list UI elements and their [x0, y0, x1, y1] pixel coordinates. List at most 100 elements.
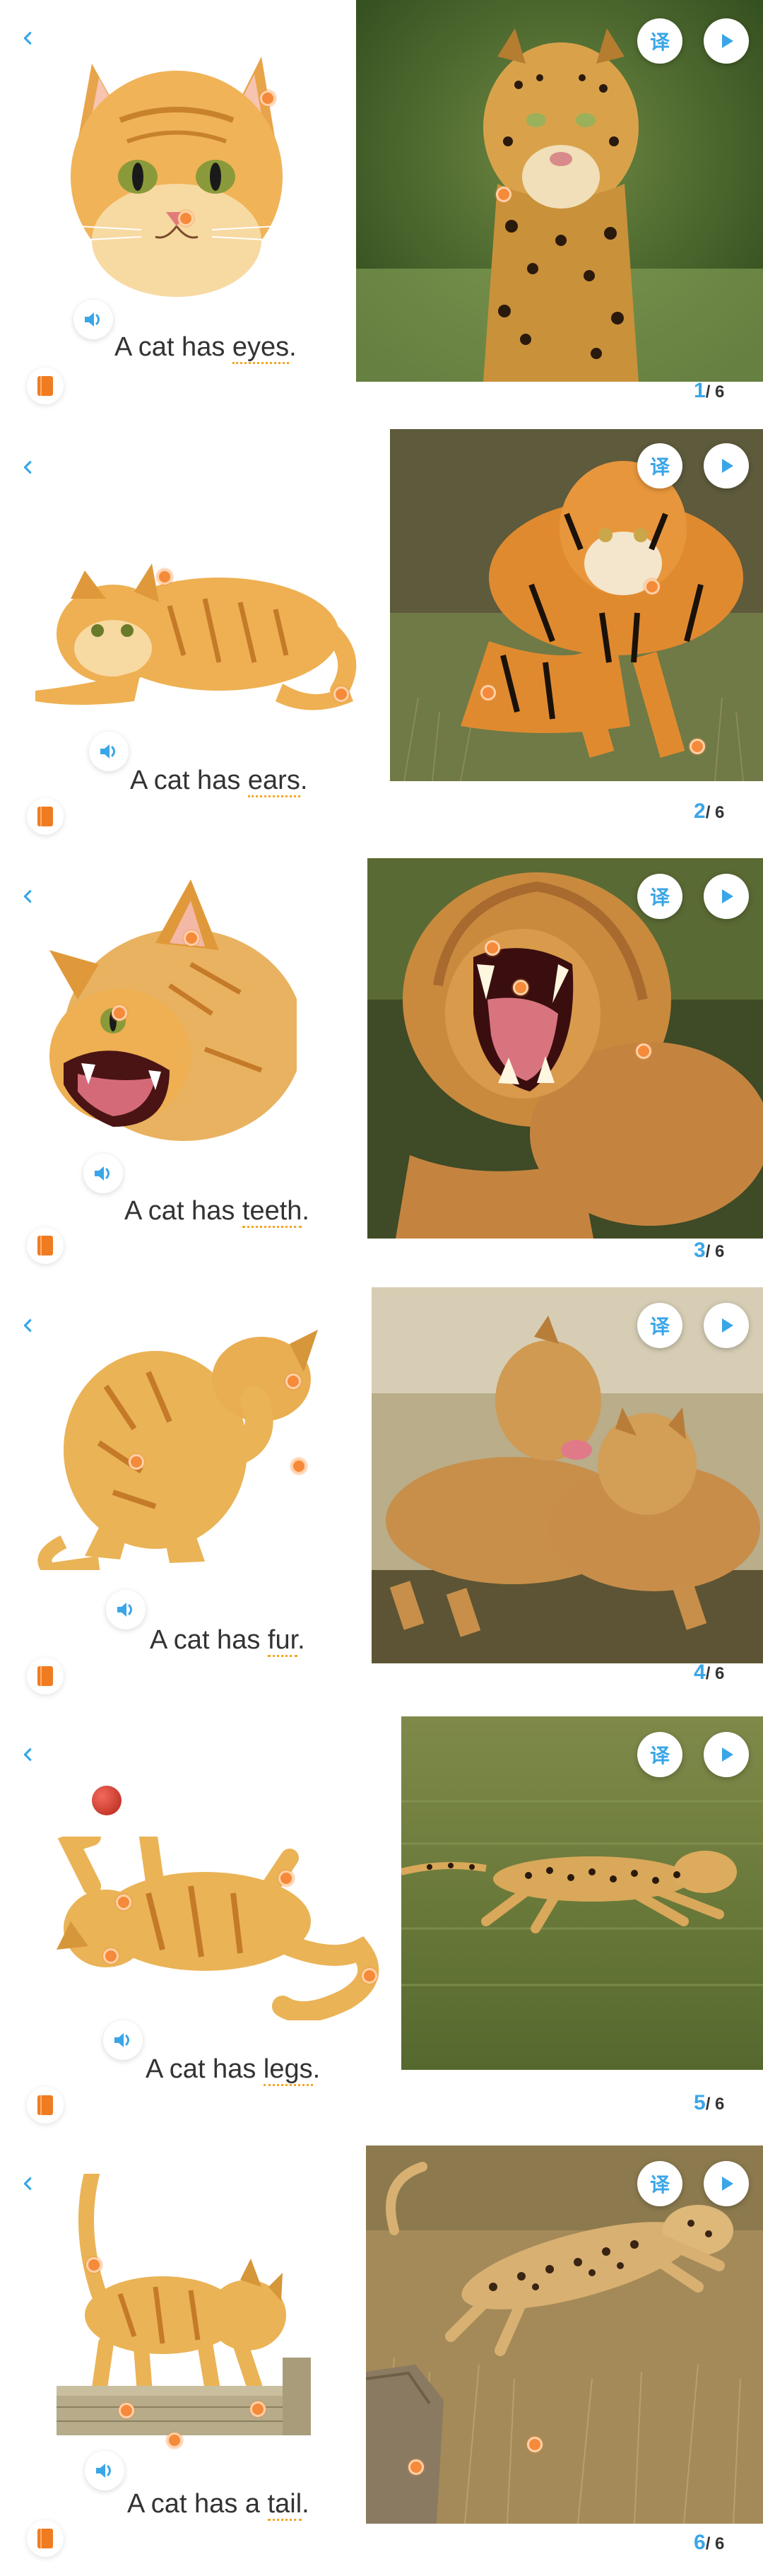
- page-6: A cat has a tail. 译 6/ 6: [0, 2145, 763, 2576]
- book-button[interactable]: [27, 1658, 64, 1694]
- speaker-button[interactable]: [103, 2020, 143, 2060]
- back-button[interactable]: [16, 2171, 41, 2196]
- hotspot-dot[interactable]: [278, 1870, 294, 1886]
- hotspot-dot[interactable]: [408, 2459, 424, 2475]
- play-icon: [722, 1747, 733, 1762]
- translate-button[interactable]: 译: [637, 1303, 682, 1348]
- grooming-cat-illustration: [37, 1330, 318, 1570]
- play-button[interactable]: [704, 874, 749, 919]
- translate-button[interactable]: 译: [637, 874, 682, 919]
- speaker-icon: [96, 2464, 111, 2478]
- play-button[interactable]: [704, 2161, 749, 2206]
- speaker-icon: [100, 744, 115, 759]
- hotspot-dot[interactable]: [362, 1968, 377, 1984]
- playing-cat-illustration: [57, 1837, 379, 2020]
- chevron-left-icon: [23, 461, 32, 474]
- translate-button[interactable]: 译: [637, 2161, 682, 2206]
- book-button[interactable]: [27, 1227, 64, 1264]
- play-icon: [722, 459, 733, 473]
- sentence-text: A cat has eyes.: [114, 332, 297, 364]
- keyword[interactable]: eyes: [232, 332, 290, 364]
- animal-photo: [372, 1287, 763, 1663]
- translate-button[interactable]: 译: [637, 18, 682, 64]
- page-counter: 3/ 6: [694, 1239, 725, 1262]
- back-button[interactable]: [16, 1742, 41, 1767]
- back-button[interactable]: [16, 25, 41, 51]
- hotspot-dot[interactable]: [184, 930, 199, 946]
- play-button[interactable]: [704, 443, 749, 488]
- keyword[interactable]: ears: [247, 766, 300, 797]
- play-icon: [722, 1318, 733, 1333]
- hotspot-dot[interactable]: [690, 739, 705, 754]
- hotspot-dot[interactable]: [103, 1948, 119, 1964]
- book-button[interactable]: [27, 2520, 64, 2557]
- animal-photo: [390, 429, 763, 781]
- play-button[interactable]: [704, 1303, 749, 1348]
- book-icon: [37, 2529, 53, 2548]
- book-button[interactable]: [27, 368, 64, 404]
- page-5: A cat has legs. 译 5/ 6: [0, 1716, 763, 2145]
- hotspot-dot[interactable]: [636, 1043, 651, 1059]
- speaker-button[interactable]: [106, 1590, 146, 1629]
- hotspot-dot[interactable]: [260, 90, 276, 106]
- book-icon: [37, 1666, 53, 1686]
- page-counter: 2/ 6: [694, 800, 725, 823]
- hotspot-dot[interactable]: [333, 686, 349, 702]
- hotspot-dot[interactable]: [119, 2403, 134, 2418]
- back-button[interactable]: [16, 455, 41, 480]
- hotspot-dot[interactable]: [513, 980, 528, 995]
- animal-photo: [356, 0, 763, 382]
- keyword[interactable]: tail: [267, 2489, 302, 2521]
- book-icon: [37, 807, 53, 826]
- book-icon: [37, 2095, 53, 2115]
- page-1: A cat has eyes. 译 1/ 6: [0, 0, 763, 429]
- hotspot-dot[interactable]: [285, 1374, 301, 1389]
- hotspot-dot[interactable]: [167, 2432, 182, 2448]
- hotspot-dot[interactable]: [527, 2437, 543, 2452]
- hotspot-dot[interactable]: [86, 2257, 102, 2273]
- hotspot-dot[interactable]: [116, 1895, 131, 1910]
- speaker-button[interactable]: [83, 1154, 123, 1193]
- hotspot-dot[interactable]: [485, 940, 500, 956]
- page-3: A cat has teeth. 译 3/ 6: [0, 858, 763, 1287]
- hotspot-dot[interactable]: [480, 685, 496, 701]
- page-counter: 1/ 6: [694, 379, 725, 402]
- keyword[interactable]: fur: [267, 1625, 298, 1657]
- book-icon: [37, 1236, 53, 1255]
- play-button[interactable]: [704, 1732, 749, 1777]
- hotspot-dot[interactable]: [112, 1005, 127, 1021]
- hotspot-dot[interactable]: [644, 579, 660, 595]
- chevron-left-icon: [23, 1748, 32, 1761]
- play-icon: [722, 889, 733, 903]
- animal-photo: [366, 2145, 763, 2524]
- chevron-left-icon: [23, 2177, 32, 2190]
- red-ball: [92, 1786, 122, 1815]
- chevron-left-icon: [23, 1319, 32, 1332]
- hotspot-dot[interactable]: [250, 2401, 266, 2417]
- hotspot-dot[interactable]: [129, 1454, 144, 1470]
- speaker-icon: [95, 1166, 110, 1181]
- book-button[interactable]: [27, 798, 64, 835]
- sentence-text: A cat has a tail.: [127, 2489, 309, 2521]
- speaker-button[interactable]: [73, 300, 113, 339]
- hotspot-dot[interactable]: [178, 211, 194, 226]
- hotspot-dot[interactable]: [496, 187, 511, 202]
- sentence-text: A cat has fur.: [150, 1625, 305, 1657]
- speaker-button[interactable]: [85, 2451, 124, 2490]
- speaker-icon: [114, 2033, 129, 2047]
- page-2: A cat has ears. 译 2/ 6: [0, 429, 763, 858]
- chevron-left-icon: [23, 32, 32, 45]
- hotspot-dot[interactable]: [157, 569, 172, 585]
- sentence-text: A cat has legs.: [146, 2054, 320, 2086]
- hotspot-dot[interactable]: [291, 1458, 307, 1474]
- translate-button[interactable]: 译: [637, 1732, 682, 1777]
- hissing-cat-illustration: [49, 879, 297, 1141]
- play-button[interactable]: [704, 18, 749, 64]
- translate-button[interactable]: 译: [637, 443, 682, 488]
- speaker-button[interactable]: [89, 732, 129, 771]
- book-icon: [37, 376, 53, 396]
- book-button[interactable]: [27, 2087, 64, 2124]
- keyword[interactable]: teeth: [242, 1196, 302, 1228]
- keyword[interactable]: legs: [263, 2054, 313, 2086]
- sentence-text: A cat has teeth.: [124, 1196, 309, 1228]
